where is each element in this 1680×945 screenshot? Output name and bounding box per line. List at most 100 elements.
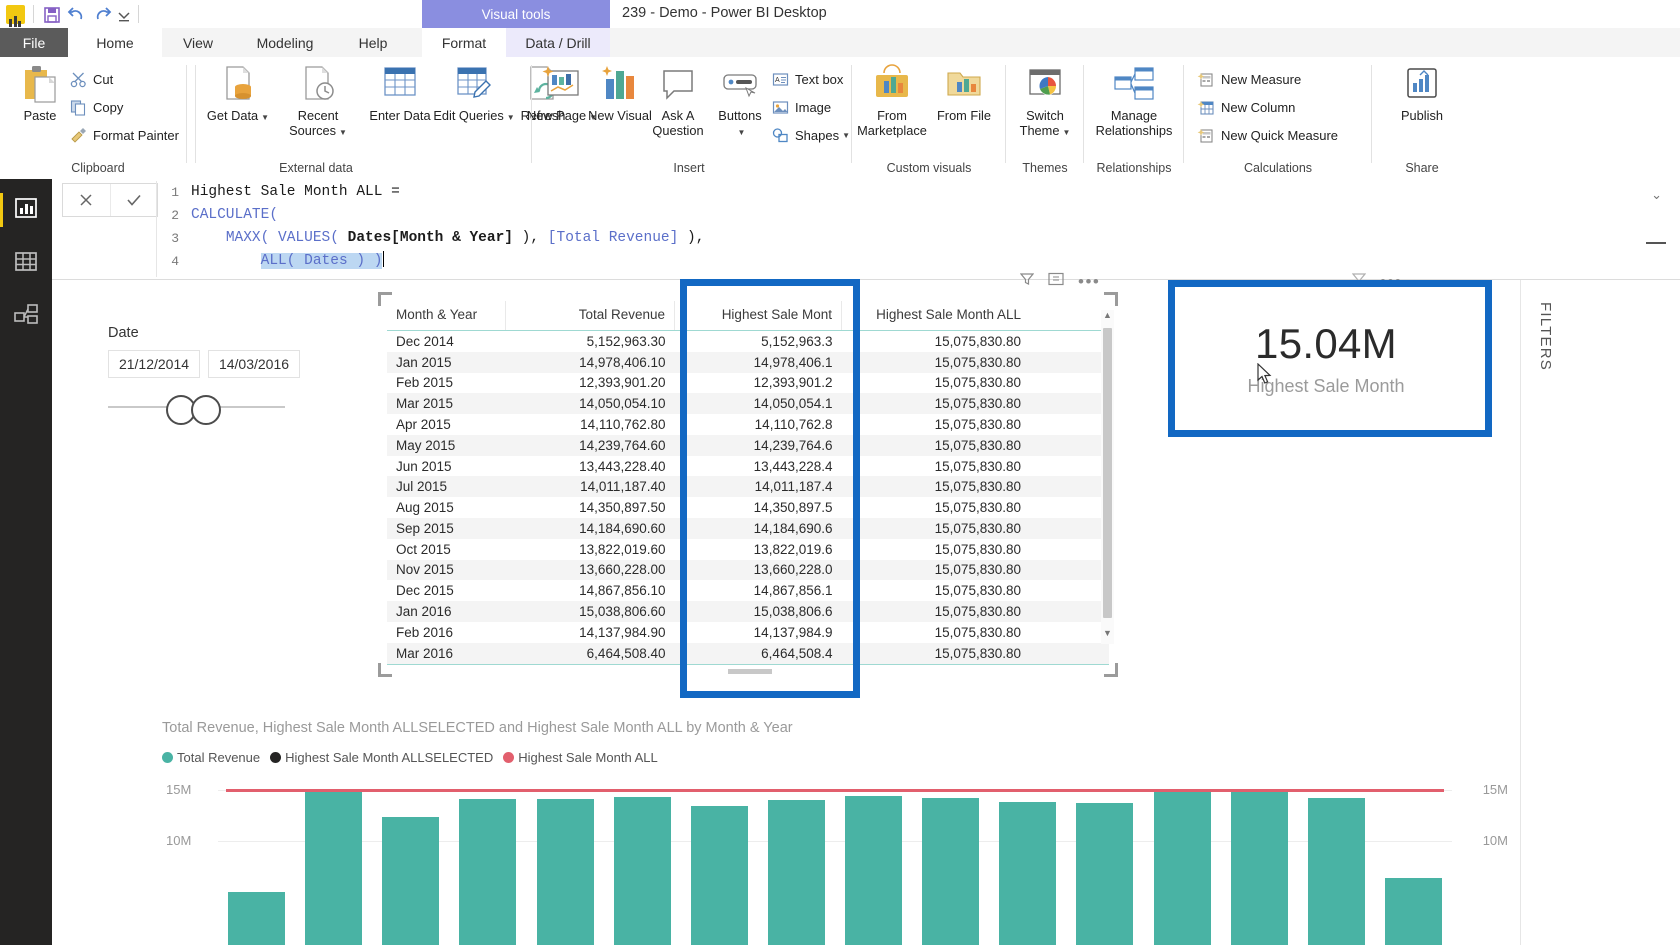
edit-queries-button[interactable]: Edit Queries ▼ <box>433 63 515 125</box>
chart-bar[interactable] <box>845 796 903 945</box>
new-column-button[interactable]: New Column <box>1196 97 1295 117</box>
tab-modeling[interactable]: Modeling <box>234 28 336 57</box>
table-row[interactable]: Apr 2015 14,110,762.80 14,110,762.8 15,075,… <box>387 414 1109 435</box>
cell-highest-sale-month-allselected: 15,038,806.6 <box>674 601 842 622</box>
scroll-down-arrow-icon[interactable]: ▼ <box>1101 628 1114 644</box>
tab-home[interactable]: Home <box>68 28 162 57</box>
chart-bar[interactable] <box>1153 790 1211 945</box>
slicer-start-date-input[interactable]: 21/12/2014 <box>108 350 200 378</box>
table-row[interactable]: Nov 2015 13,660,228.00 13,660,228.0 15,075,… <box>387 559 1109 581</box>
chart-bar[interactable] <box>382 816 440 945</box>
recent-sources-button[interactable]: Recent Sources ▼ <box>282 63 354 140</box>
undo-icon[interactable] <box>66 4 88 26</box>
table-row[interactable]: Oct 2015 13,822,019.60 13,822,019.6 15,075,… <box>387 539 1109 560</box>
table-row[interactable]: Feb 2015 12,393,901.20 12,393,901.2 15,075,… <box>387 373 1109 394</box>
chart-bar[interactable] <box>228 891 286 945</box>
table-horizontal-scrollbar-thumb[interactable] <box>728 669 772 674</box>
filter-icon[interactable] <box>1019 272 1035 291</box>
expand-formula-bar-chevron-icon[interactable]: ⌄ <box>1651 187 1662 203</box>
enter-data-button[interactable]: Enter Data <box>364 63 436 123</box>
format-painter-button[interactable]: Format Painter <box>68 125 179 145</box>
tab-view[interactable]: View <box>162 28 234 57</box>
text-box-button[interactable]: A Text box <box>770 69 843 89</box>
table-row[interactable]: Dec 2014 5,152,963.30 5,152,963.3 15,075,83… <box>387 331 1109 352</box>
table-row[interactable]: Jun 2015 13,443,228.40 13,443,228.4 15,075,… <box>387 456 1109 477</box>
view-switcher-rail <box>0 179 52 945</box>
table-row[interactable]: Jan 2016 15,038,806.60 15,038,806.6 15,075,… <box>387 601 1109 622</box>
chart-bar[interactable] <box>690 805 748 945</box>
paste-button[interactable]: Paste <box>4 63 76 123</box>
new-measure-button[interactable]: New Measure <box>1196 69 1301 89</box>
table-row[interactable]: Jul 2015 14,011,187.40 14,011,187.4 15,075,… <box>387 476 1109 498</box>
chart-bar[interactable] <box>999 801 1057 945</box>
customize-quick-access-icon[interactable] <box>113 4 135 26</box>
chart-bar[interactable] <box>613 797 671 945</box>
chart-bar[interactable] <box>922 798 980 945</box>
cell-blank <box>1030 373 1109 394</box>
formula-editor[interactable]: 1 Highest Sale Month ALL = 2 CALCULATE( … <box>156 181 1537 277</box>
column-header-highest-sale-month-all[interactable]: Highest Sale Month ALL <box>841 301 1030 331</box>
column-header-month-year[interactable]: Month & Year <box>387 301 506 331</box>
table-row[interactable]: Jan 2015 14,978,406.10 14,978,406.1 15,075,… <box>387 351 1109 373</box>
image-button[interactable]: Image <box>770 97 831 117</box>
commit-formula-button[interactable] <box>111 184 158 216</box>
chart-bar[interactable] <box>1384 878 1442 945</box>
shapes-button[interactable]: Shapes ▼ <box>770 125 850 145</box>
sidebar-item-data-view[interactable] <box>0 241 52 287</box>
table-vertical-scrollbar[interactable]: ▲ ▼ <box>1101 310 1114 644</box>
bar-chart-visual[interactable]: Total Revenue, Highest Sale Month ALLSEL… <box>150 712 1520 945</box>
column-header-total-revenue[interactable]: Total Revenue <box>505 301 675 331</box>
table-row[interactable]: Dec 2015 14,867,856.10 14,867,856.1 15,075,… <box>387 580 1109 601</box>
filters-pane-collapsed[interactable]: FILTERS <box>1520 280 1680 945</box>
card-visual[interactable]: 15.04M Highest Sale Month <box>1176 288 1476 423</box>
tab-data-drill[interactable]: Data / Drill <box>506 28 610 57</box>
slicer-end-date-input[interactable]: 14/03/2016 <box>208 350 300 378</box>
table-row[interactable]: Feb 2016 14,137,984.90 14,137,984.9 15,075,… <box>387 622 1109 643</box>
copy-button[interactable]: Copy <box>68 97 123 117</box>
save-icon[interactable] <box>41 4 63 26</box>
chart-bar[interactable] <box>305 789 363 945</box>
table-row[interactable]: Mar 2015 14,050,054.10 14,050,054.1 15,075,… <box>387 393 1109 415</box>
slicer-slider-handle-end[interactable] <box>191 395 221 425</box>
more-options-icon[interactable]: ••• <box>1078 273 1100 290</box>
tab-format[interactable]: Format <box>422 28 506 57</box>
cancel-formula-button[interactable] <box>63 184 111 216</box>
chart-bar[interactable] <box>536 798 594 945</box>
from-file-button[interactable]: From File <box>928 63 1000 123</box>
cut-button[interactable]: Cut <box>68 69 113 89</box>
sidebar-item-model-view[interactable] <box>0 294 52 340</box>
scroll-up-arrow-icon[interactable]: ▲ <box>1101 310 1114 326</box>
table-row[interactable]: May 2015 14,239,764.60 14,239,764.6 15,075,… <box>387 434 1109 456</box>
chart-bar[interactable] <box>459 799 517 945</box>
text-caret <box>383 251 385 267</box>
date-slicer[interactable]: Date 21/12/2014 14/03/2016 <box>108 325 303 430</box>
tab-help[interactable]: Help <box>336 28 410 57</box>
more-options-icon-card[interactable]: ••• <box>1380 273 1402 290</box>
from-marketplace-button[interactable]: From Marketplace <box>856 63 928 138</box>
switch-theme-button[interactable]: Switch Theme ▼ <box>1009 63 1081 140</box>
column-header-highest-sale-month-allselected[interactable]: Highest Sale Mont <box>674 301 842 331</box>
table-row[interactable]: Mar 2016 6,464,508.40 6,464,508.4 15,075,83… <box>387 642 1109 664</box>
legend-item-total-revenue[interactable]: Total Revenue <box>162 750 260 765</box>
chart-bar[interactable] <box>1307 798 1365 945</box>
table-row[interactable]: Sep 2015 14,184,690.60 14,184,690.6 15,075,… <box>387 518 1109 539</box>
formula-bar-resize-handle[interactable] <box>1646 242 1666 244</box>
tab-file[interactable]: File <box>0 28 68 57</box>
get-data-button[interactable]: Get Data ▼ <box>202 63 274 125</box>
new-quick-measure-button[interactable]: New Quick Measure <box>1196 125 1338 145</box>
selected-text: ALL( Dates ) ) <box>260 253 383 269</box>
table-row[interactable]: Aug 2015 14,350,897.50 14,350,897.5 15,075,… <box>387 497 1109 518</box>
chart-bar[interactable] <box>1076 803 1134 945</box>
chart-bar[interactable] <box>1230 789 1288 945</box>
sidebar-item-report-view[interactable] <box>0 187 52 233</box>
legend-item-highest-sale-month-allselected[interactable]: Highest Sale Month ALLSELECTED <box>270 750 493 765</box>
legend-item-highest-sale-month-all[interactable]: Highest Sale Month ALL <box>503 750 658 765</box>
focus-mode-icon[interactable] <box>1048 272 1064 291</box>
buttons-button[interactable]: Buttons ▼ <box>704 63 776 140</box>
scrollbar-thumb[interactable] <box>1103 328 1112 618</box>
manage-relationships-button[interactable]: Manage Relationships <box>1096 63 1172 138</box>
publish-button[interactable]: Publish <box>1386 63 1458 123</box>
chart-bar[interactable] <box>767 799 825 945</box>
redo-icon[interactable] <box>91 4 113 26</box>
table-visual[interactable]: Month & Year Total Revenue Highest Sale … <box>378 292 1118 677</box>
